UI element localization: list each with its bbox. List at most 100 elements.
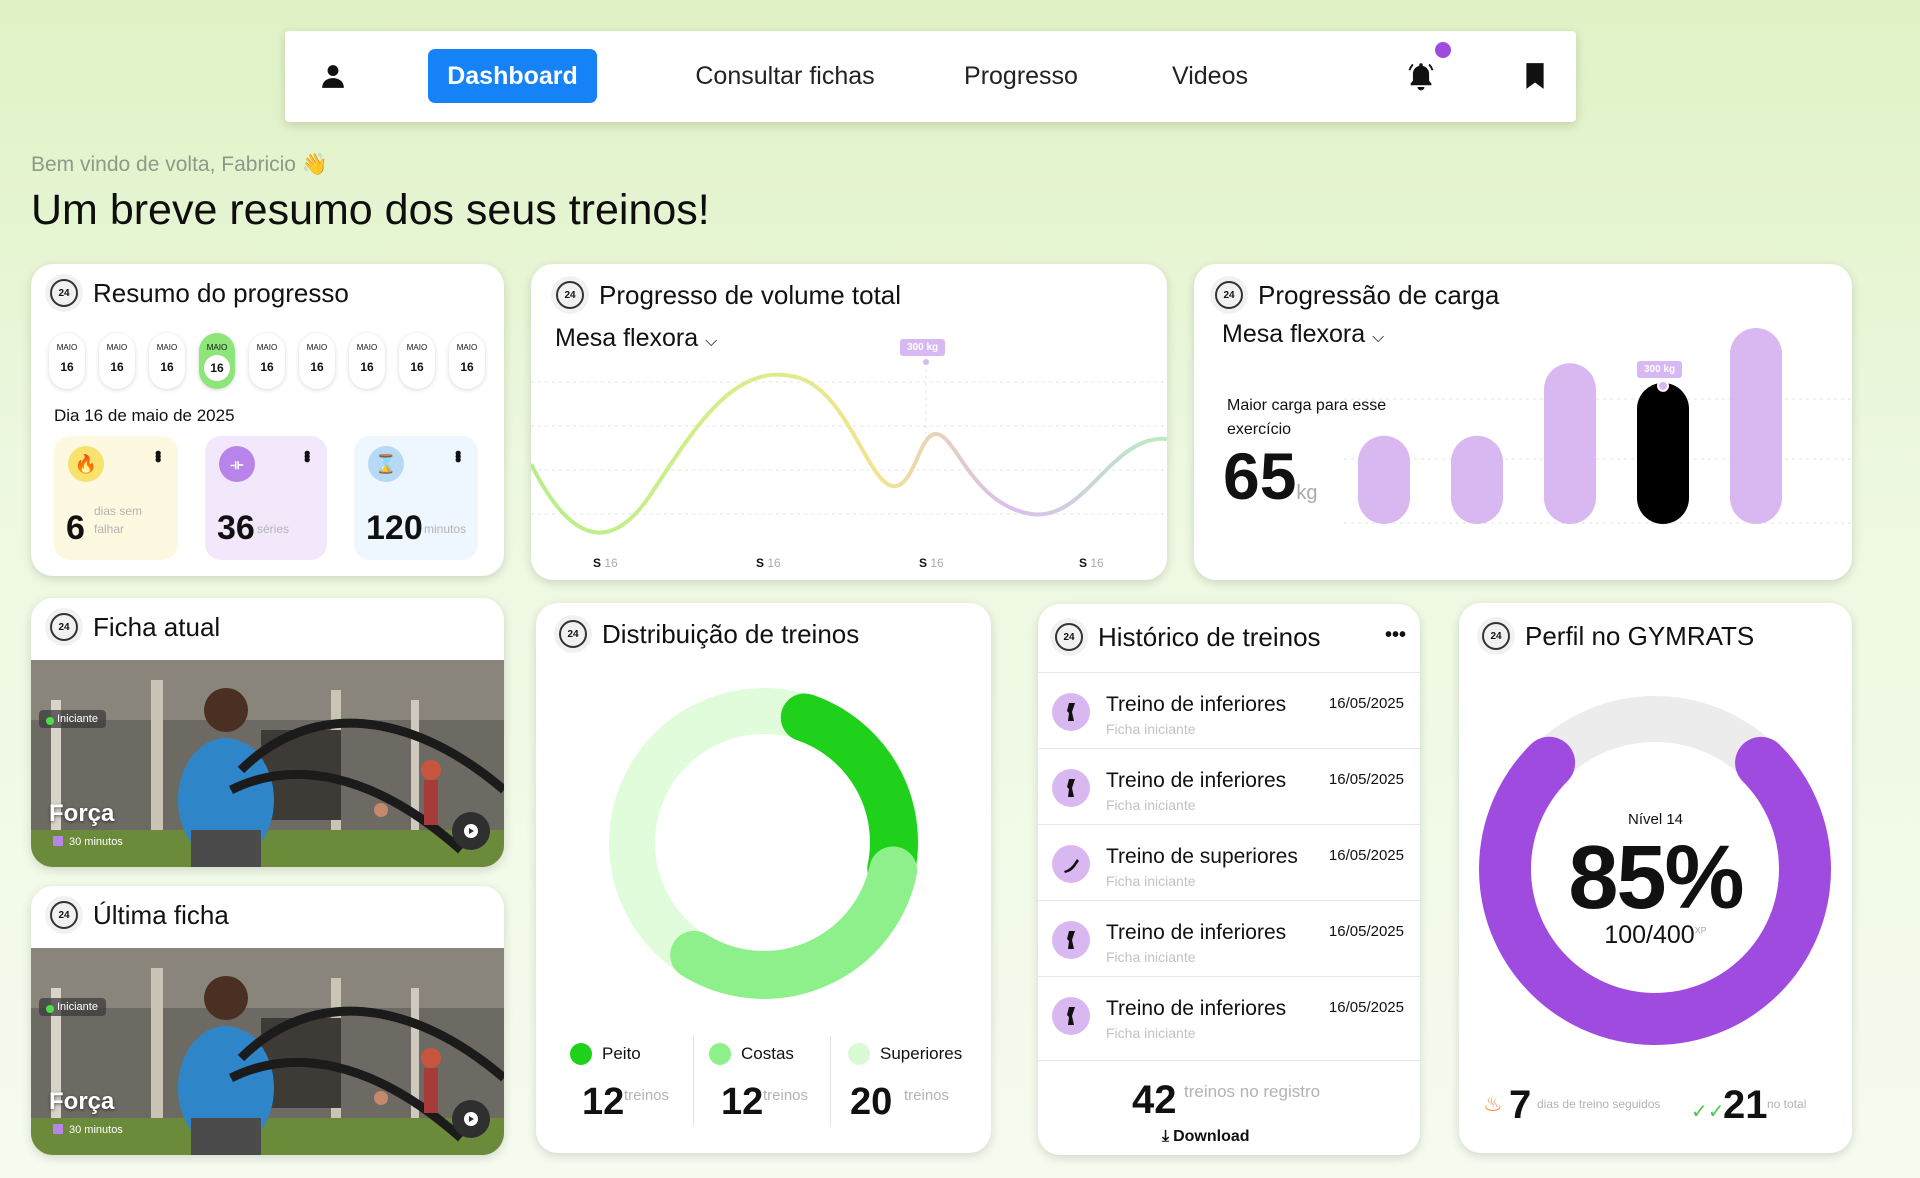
total-label: no total: [1767, 1097, 1807, 1111]
nav-videos-button[interactable]: Videos: [1135, 49, 1285, 103]
history-row[interactable]: Treino de inferiores Ficha iniciante 16/05…: [1038, 976, 1420, 1052]
selected-date-label: Dia 16 de maio de 2025: [54, 406, 235, 425]
legend-item-costas: Costas: [709, 1043, 794, 1065]
history-row[interactable]: Treino de inferiores Ficha iniciante 16/05…: [1038, 900, 1420, 976]
load-bar-marker: [1657, 379, 1669, 392]
level-tag: Iniciante: [39, 998, 106, 1016]
distribution-card: 24 Distribuição de treinos Peito Costas …: [536, 603, 991, 1153]
play-icon[interactable]: [452, 812, 490, 850]
level-percent: 85%: [1568, 828, 1744, 928]
more-options-icon[interactable]: •••: [447, 450, 468, 460]
stat-label: dias sem falhar: [94, 504, 143, 536]
legend-item-peito: Peito: [570, 1043, 641, 1065]
stat-minutes[interactable]: ⌛ ••• 120 minutos: [354, 436, 478, 560]
day-chip[interactable]: MAIO 16: [99, 333, 135, 389]
load-bar[interactable]: [1451, 435, 1503, 524]
history-date: 16/05/2025: [1328, 999, 1404, 1016]
more-options-icon[interactable]: •••: [147, 450, 168, 460]
superiores-unit: treinos: [904, 1087, 950, 1104]
card-title: Histórico de treinos: [1098, 621, 1321, 652]
more-options-icon[interactable]: •••: [296, 450, 317, 460]
load-bar[interactable]: [1544, 363, 1596, 524]
costas-unit: treinos: [763, 1087, 809, 1104]
stat-streak[interactable]: 🔥 ••• 6 dias sem falhar: [54, 436, 178, 560]
xp-value: 100/400XP: [1604, 921, 1707, 949]
last-plan-card[interactable]: 24 Última ficha Iniciante Força 30 minut…: [31, 886, 504, 1155]
legend-item-superiores: Superiores: [848, 1043, 962, 1065]
day-month: MAIO: [56, 343, 78, 352]
load-bar[interactable]: [1358, 435, 1410, 524]
plan-duration: 30 minutos: [53, 836, 123, 848]
play-icon[interactable]: [452, 1100, 490, 1138]
leg-icon: [1052, 769, 1090, 807]
top-navbar: Dashboard Consultar fichas Progresso Vid…: [285, 31, 1576, 122]
day-month: MAIO: [306, 343, 328, 352]
legend-dot: [570, 1043, 592, 1065]
day-chip[interactable]: MAIO 16: [199, 333, 235, 389]
volume-chart: [531, 359, 1167, 535]
stat-value: 36: [217, 509, 255, 547]
volume-tooltip: 300 kg: [900, 339, 946, 356]
history-sub: Ficha iniciante: [1106, 873, 1196, 889]
dumbbell-icon: ⟛: [219, 446, 255, 482]
welcome-greeting: Bem vindo de volta, Fabricio 👋: [31, 153, 328, 176]
x-axis-label: S 16: [1079, 556, 1104, 570]
load-bar[interactable]: [1730, 328, 1782, 524]
current-plan-card[interactable]: 24 Ficha atual Iniciante Força 30 minuto…: [31, 598, 504, 867]
bell-icon[interactable]: [1404, 59, 1438, 93]
plan-name: Força: [49, 800, 115, 827]
history-name: Treino de inferiores: [1106, 693, 1287, 716]
day-month: MAIO: [456, 343, 478, 352]
day-chip[interactable]: MAIO 16: [49, 333, 85, 389]
workout-photo: Iniciante Força 30 minutos: [31, 948, 504, 1155]
nav-dashboard-button[interactable]: Dashboard: [428, 49, 597, 103]
load-bar[interactable]: [1637, 382, 1689, 524]
day-chip[interactable]: MAIO 16: [249, 333, 285, 389]
load-progression-card: 24 Progressão de carga Mesa flexora ⌵ Ma…: [1194, 264, 1852, 580]
stat-series[interactable]: ⟛ ••• 36 séries: [205, 436, 327, 560]
legend-dot: [848, 1043, 870, 1065]
double-check-icon: ✓✓: [1691, 1101, 1725, 1123]
day-chip[interactable]: MAIO 16: [149, 333, 185, 389]
day-chip[interactable]: MAIO 16: [349, 333, 385, 389]
history-date: 16/05/2025: [1328, 923, 1404, 940]
history-row[interactable]: Treino de superiores Ficha iniciante 16/05…: [1038, 824, 1420, 900]
more-options-icon[interactable]: •••: [1385, 624, 1406, 647]
volume-progress-card: 24 Progresso de volume total Mesa flexor…: [531, 264, 1167, 580]
day-month: MAIO: [256, 343, 278, 352]
download-button[interactable]: ⤓ Download: [1162, 1128, 1250, 1146]
flame-icon: ♨: [1483, 1091, 1503, 1116]
bookmark-icon[interactable]: [1518, 59, 1552, 93]
day-number: 16: [204, 355, 230, 381]
stat-label: séries: [257, 522, 290, 536]
peito-count: 12: [582, 1081, 625, 1123]
day-number: 16: [110, 360, 124, 374]
history-name: Treino de inferiores: [1106, 997, 1287, 1020]
costas-count: 12: [721, 1081, 764, 1123]
day-number: 16: [60, 360, 74, 374]
stat-value: 120: [366, 509, 423, 547]
clock-24-icon: 24: [1210, 276, 1248, 314]
day-chip[interactable]: MAIO 16: [449, 333, 485, 389]
day-month: MAIO: [106, 343, 128, 352]
clock-24-icon: 24: [1477, 617, 1515, 655]
arm-icon: [1052, 845, 1090, 883]
clock-24-icon: 24: [45, 608, 83, 646]
history-date: 16/05/2025: [1328, 847, 1404, 864]
day-chip[interactable]: MAIO 16: [399, 333, 435, 389]
nav-consultar-fichas-button[interactable]: Consultar fichas: [665, 49, 905, 103]
level-label: Nível 14: [1627, 811, 1684, 828]
profile-card: 24 Perfil no GYMRATS Nível 14 85% 100/40…: [1459, 603, 1852, 1153]
level-tag: Iniciante: [39, 710, 106, 728]
clock-24-icon: 24: [554, 615, 592, 653]
nav-progresso-button[interactable]: Progresso: [925, 49, 1117, 103]
card-title: Perfil no GYMRATS: [1525, 620, 1755, 651]
history-sub: Ficha iniciante: [1106, 797, 1196, 813]
user-icon[interactable]: [316, 59, 350, 93]
history-row[interactable]: Treino de inferiores Ficha iniciante 16/05…: [1038, 748, 1420, 824]
day-number: 16: [460, 360, 474, 374]
streak-label: dias de treino seguidos: [1537, 1097, 1661, 1111]
day-chip[interactable]: MAIO 16: [299, 333, 335, 389]
distribution-donut: [609, 688, 919, 999]
history-row[interactable]: Treino de inferiores Ficha iniciante 16/05…: [1038, 672, 1420, 748]
